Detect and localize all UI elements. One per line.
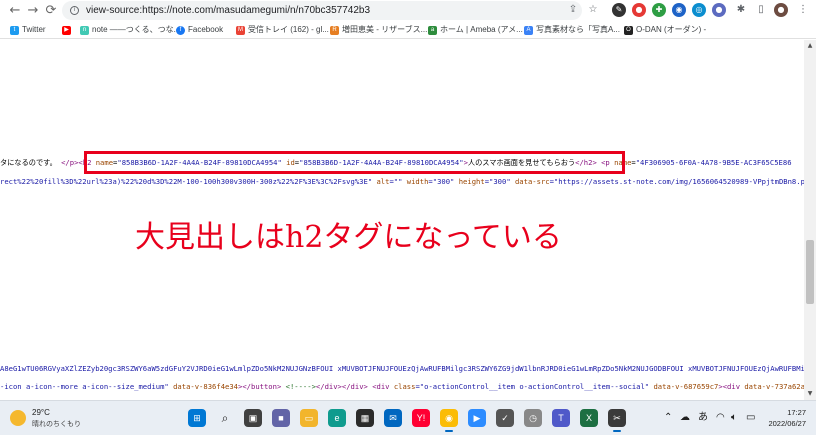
vertical-scrollbar[interactable]: ▲ ▼ — [804, 40, 816, 400]
address-url: view-source:https://note.com/masudamegum… — [86, 5, 371, 16]
bookmark-gmail[interactable]: M 受信トレイ (162) - gl... — [236, 22, 329, 38]
zoom-icon[interactable]: ▶ — [468, 409, 486, 427]
weather-sun-icon — [10, 410, 26, 426]
bookmark-facebook[interactable]: f Facebook — [176, 22, 223, 38]
back-arrow-icon[interactable]: ← — [6, 2, 24, 20]
wifi-icon[interactable]: ◠ — [716, 411, 725, 425]
taskbar-clock[interactable]: 17:27 2022/06/27 — [756, 407, 806, 429]
mail-icon[interactable]: ✉ — [384, 409, 402, 427]
bookmark-photoac[interactable]: A 写真素材なら「写真A... — [524, 22, 620, 38]
facebook-icon: f — [176, 26, 185, 35]
ime-indicator[interactable]: あ — [698, 411, 708, 425]
side-panel-icon[interactable]: ▯ — [754, 3, 768, 17]
reserve-icon: R — [330, 26, 339, 35]
extension-record-icon[interactable]: ● — [632, 3, 646, 17]
bookmarks-bar: t Twitter ▶ n note ――つくる、つな... f Faceboo… — [0, 22, 816, 39]
bookmark-note[interactable]: n note ――つくる、つな... — [80, 22, 180, 38]
forward-arrow-icon[interactable]: → — [24, 2, 42, 20]
gmail-icon: M — [236, 26, 245, 35]
source-line-img: rect%22%20fill%3D%22url%23a)%22%20d%3D%2… — [0, 177, 804, 187]
tray-overflow-chevron-icon[interactable]: ⌃ — [664, 411, 672, 425]
h2-highlight-box — [84, 151, 625, 174]
source-line-base64: A8eG1wTU06RGVyaXZlZEZyb20gc3RSZWY6aW5zdG… — [0, 364, 804, 373]
bookmark-youtube[interactable]: ▶ — [62, 22, 74, 38]
annotation-caption: 大見出しはh2タグになっている — [135, 220, 562, 255]
source-line-div: -icon a-icon--more a-icon--size_medium" … — [0, 382, 804, 391]
bookmark-star-icon[interactable]: ☆ — [586, 3, 600, 17]
browser-toolbar: ← → ⟳ i view-source:https://note.com/mas… — [0, 0, 816, 22]
photoac-icon: A — [524, 26, 533, 35]
profile-avatar-icon[interactable]: ● — [774, 3, 788, 17]
extension-eyedropper-icon[interactable]: ✎ — [612, 3, 626, 17]
start-windows-icon[interactable]: ⊞ — [188, 409, 206, 427]
note-icon: n — [80, 26, 89, 35]
image-source-link[interactable]: ="https://assets.st-note.com/img/1656064… — [550, 177, 804, 186]
snipping-tool-icon[interactable]: ✂ — [608, 409, 626, 432]
extension-circle-icon[interactable]: ◉ — [672, 3, 686, 17]
excel-icon[interactable]: X — [580, 409, 598, 427]
task-view-icon[interactable]: ▣ — [244, 409, 262, 427]
view-source-page: タになるのです。 </p><h2 name="858B3B6D-1A2F-4A4… — [0, 40, 804, 400]
chrome-icon[interactable]: ◉ — [440, 409, 458, 432]
scroll-thumb[interactable] — [806, 240, 814, 304]
address-bar[interactable]: i view-source:https://note.com/masudameg… — [62, 1, 582, 20]
bookmark-twitter[interactable]: t Twitter — [10, 22, 46, 38]
store-icon[interactable]: ▦ — [356, 409, 374, 427]
file-explorer-icon[interactable]: ▭ — [300, 409, 318, 427]
twitter-icon: t — [10, 26, 19, 35]
ameba-icon: a — [428, 26, 437, 35]
info-icon[interactable]: i — [70, 6, 79, 15]
scroll-up-arrow-icon[interactable]: ▲ — [806, 42, 814, 50]
share-icon[interactable]: ⇪ — [566, 3, 580, 17]
teams-chat-icon[interactable]: ■ — [272, 409, 290, 427]
bookmark-ameba[interactable]: a ホーム | Ameba (アメ... — [428, 22, 523, 38]
scroll-down-arrow-icon[interactable]: ▼ — [806, 390, 814, 398]
clock-app-icon[interactable]: ◷ — [524, 409, 542, 427]
teams-icon[interactable]: T — [552, 409, 570, 427]
youtube-icon: ▶ — [62, 26, 71, 35]
extension-clover-icon[interactable]: ✚ — [652, 3, 666, 17]
bookmark-odan[interactable]: O O-DAN (オーダン) - — [624, 22, 706, 38]
search-icon[interactable]: ⌕ — [216, 409, 234, 427]
edge-browser-icon[interactable]: e — [328, 409, 346, 427]
taskbar: 29°C 晴れのちくもり ⊞ ⌕ ▣ ■ ▭ e ▦ ✉ Y! ◉ ▶ ✓ ◷ … — [0, 400, 816, 435]
extensions-puzzle-icon[interactable]: ✱ — [734, 3, 748, 17]
checklist-app-icon[interactable]: ✓ — [496, 409, 514, 427]
extension-blue-icon[interactable]: ● — [712, 3, 726, 17]
menu-kebab-icon[interactable]: ⋮ — [796, 3, 810, 17]
yahoo-icon[interactable]: Y! — [412, 409, 430, 427]
volume-icon[interactable]: 🔈︎ — [731, 411, 737, 425]
bookmark-reserve[interactable]: R 増田恵美 - リザーブス... — [330, 22, 427, 38]
tray-cloud-icon[interactable]: ☁ — [680, 411, 690, 425]
battery-icon[interactable]: ▭ — [746, 411, 755, 425]
odan-icon: O — [624, 26, 633, 35]
reload-icon[interactable]: ⟳ — [42, 2, 60, 20]
extension-globe-icon[interactable]: ◎ — [692, 3, 706, 17]
